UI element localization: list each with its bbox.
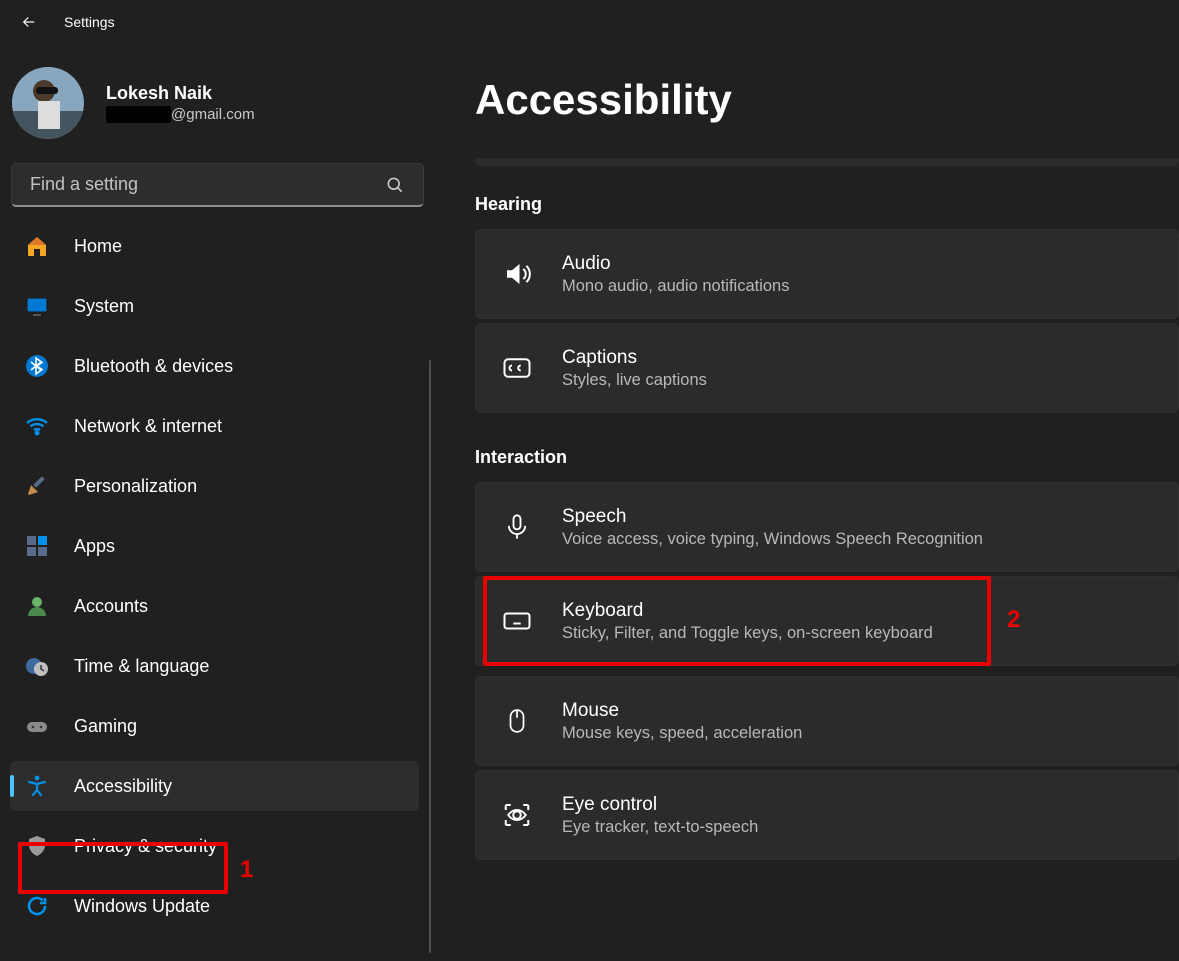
personalization-icon [24, 473, 50, 499]
sidebar-item-label: Gaming [74, 716, 137, 737]
sidebar-item-home[interactable]: Home [10, 221, 419, 271]
captions-icon [502, 353, 532, 383]
mouse-icon [502, 706, 532, 736]
card-title: Keyboard [562, 600, 933, 622]
card-eye-control[interactable]: Eye control Eye tracker, text-to-speech [475, 770, 1179, 860]
sidebar-item-personalization[interactable]: Personalization [10, 461, 419, 511]
window-title: Settings [64, 14, 115, 30]
sidebar-item-apps[interactable]: Apps [10, 521, 419, 571]
titlebar: Settings [0, 0, 1179, 44]
sidebar-item-label: Personalization [74, 476, 197, 497]
sidebar-item-label: Network & internet [74, 416, 222, 437]
sidebar-item-accounts[interactable]: Accounts [10, 581, 419, 631]
sidebar: Lokesh Naik xxxxxxxxxx@gmail.com Home Sy… [0, 44, 435, 961]
group-header-interaction: Interaction [475, 447, 1179, 468]
gaming-icon [24, 713, 50, 739]
sidebar-item-network[interactable]: Network & internet [10, 401, 419, 451]
card-keyboard[interactable]: Keyboard Sticky, Filter, and Toggle keys… [475, 576, 1179, 666]
back-button[interactable] [14, 7, 44, 37]
card-title: Speech [562, 506, 983, 528]
group-header-hearing: Hearing [475, 194, 1179, 215]
card-subtitle: Voice access, voice typing, Windows Spee… [562, 530, 983, 549]
profile-name: Lokesh Naik [106, 83, 255, 104]
profile-email: xxxxxxxxxx@gmail.com [106, 106, 255, 123]
card-title: Captions [562, 347, 707, 369]
sidebar-item-system[interactable]: System [10, 281, 419, 331]
sidebar-item-accessibility[interactable]: Accessibility [10, 761, 419, 811]
search-input[interactable] [30, 174, 385, 195]
collapsed-card-stub [475, 158, 1179, 166]
profile-block[interactable]: Lokesh Naik xxxxxxxxxx@gmail.com [10, 52, 425, 163]
card-subtitle: Eye tracker, text-to-speech [562, 818, 758, 837]
sidebar-item-privacy[interactable]: Privacy & security [10, 821, 419, 871]
card-title: Mouse [562, 700, 802, 722]
sidebar-item-label: Apps [74, 536, 115, 557]
card-subtitle: Mono audio, audio notifications [562, 277, 790, 296]
system-icon [24, 293, 50, 319]
privacy-icon [24, 833, 50, 859]
audio-icon [502, 259, 532, 289]
accounts-icon [24, 593, 50, 619]
card-title: Eye control [562, 794, 758, 816]
card-title: Audio [562, 253, 790, 275]
card-mouse[interactable]: Mouse Mouse keys, speed, acceleration [475, 676, 1179, 766]
search-box[interactable] [11, 163, 424, 207]
sidebar-item-label: Time & language [74, 656, 209, 677]
main-content: Accessibility Hearing Audio Mono audio, … [435, 44, 1179, 961]
sidebar-item-label: Windows Update [74, 896, 210, 917]
scrollbar[interactable] [429, 360, 431, 953]
speech-icon [502, 512, 532, 542]
wifi-icon [24, 413, 50, 439]
sidebar-item-bluetooth[interactable]: Bluetooth & devices [10, 341, 419, 391]
sidebar-item-label: System [74, 296, 134, 317]
home-icon [24, 233, 50, 259]
avatar [12, 67, 84, 139]
sidebar-item-label: Accounts [74, 596, 148, 617]
sidebar-item-label: Accessibility [74, 776, 172, 797]
keyboard-icon [502, 606, 532, 636]
sidebar-item-label: Bluetooth & devices [74, 356, 233, 377]
bluetooth-icon [24, 353, 50, 379]
sidebar-item-update[interactable]: Windows Update [10, 881, 419, 931]
time-language-icon [24, 653, 50, 679]
card-subtitle: Mouse keys, speed, acceleration [562, 724, 802, 743]
sidebar-item-gaming[interactable]: Gaming [10, 701, 419, 751]
sidebar-item-label: Privacy & security [74, 836, 217, 857]
page-title: Accessibility [475, 76, 1179, 124]
card-subtitle: Sticky, Filter, and Toggle keys, on-scre… [562, 624, 933, 643]
card-subtitle: Styles, live captions [562, 371, 707, 390]
back-arrow-icon [20, 13, 38, 31]
card-audio[interactable]: Audio Mono audio, audio notifications [475, 229, 1179, 319]
sidebar-item-label: Home [74, 236, 122, 257]
sidebar-item-time[interactable]: Time & language [10, 641, 419, 691]
card-speech[interactable]: Speech Voice access, voice typing, Windo… [475, 482, 1179, 572]
apps-icon [24, 533, 50, 559]
update-icon [24, 893, 50, 919]
nav-list: Home System Bluetooth & devices Network … [10, 221, 425, 961]
search-icon [385, 175, 405, 195]
card-captions[interactable]: Captions Styles, live captions [475, 323, 1179, 413]
accessibility-icon [24, 773, 50, 799]
eye-control-icon [502, 800, 532, 830]
